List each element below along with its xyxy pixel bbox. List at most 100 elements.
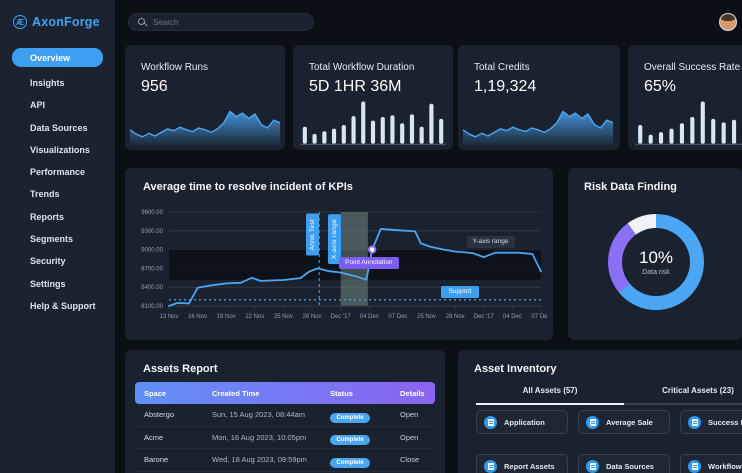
- inventory-button-label: Workflow Duration: [708, 461, 742, 471]
- app-name: AxonForge: [32, 15, 100, 29]
- inventory-button-workflow-duration[interactable]: Workflow Duration: [680, 454, 742, 473]
- sidebar-item-segments[interactable]: Segments: [12, 230, 103, 248]
- svg-text:07 Dec: 07 Dec: [531, 314, 547, 320]
- status-badge: Complete: [330, 451, 400, 469]
- svg-text:9300.00: 9300.00: [141, 229, 163, 235]
- asset-inventory-card: Asset Inventory All Assets (57) Critical…: [458, 350, 742, 473]
- sidebar-item-settings[interactable]: Settings: [12, 275, 103, 293]
- inventory-button-label: Average Sale: [606, 417, 653, 427]
- svg-text:25 Nov: 25 Nov: [274, 314, 293, 320]
- sidebar-item-security[interactable]: Security: [12, 252, 103, 270]
- status-badge: Complete: [330, 406, 400, 424]
- document-icon: [688, 459, 701, 473]
- sidebar-item-data-sources[interactable]: Data Sources: [12, 119, 103, 137]
- donut-center-label: Data risk: [642, 269, 670, 276]
- svg-text:25 Nov: 25 Nov: [417, 314, 436, 320]
- sidebar: Æ AxonForge Overview Insights API Data S…: [0, 0, 115, 473]
- sidebar-item-help-support[interactable]: Help & Support: [12, 297, 103, 315]
- svg-text:22 Nov: 22 Nov: [245, 314, 264, 320]
- tab-critical-assets[interactable]: Critical Assets (23): [624, 386, 742, 405]
- svg-text:28 Nov: 28 Nov: [303, 314, 322, 320]
- svg-text:Dec '17: Dec '17: [331, 314, 352, 320]
- status-badge: Complete: [330, 428, 400, 446]
- search-input[interactable]: [153, 17, 304, 27]
- svg-text:Dec '17: Dec '17: [474, 314, 495, 320]
- search-icon: [138, 17, 147, 27]
- risk-donut-chart: 10% Data risk: [608, 214, 704, 310]
- asset-inventory-tabs: All Assets (57) Critical Assets (23): [476, 386, 742, 405]
- svg-text:16 Nov: 16 Nov: [188, 314, 207, 320]
- kpi-card-workflow-duration: Total Workflow Duration 5D 1HR 36M: [293, 45, 453, 150]
- details-link[interactable]: Open: [400, 410, 444, 419]
- donut-center: 10% Data risk: [622, 228, 690, 296]
- donut-center-value: 10%: [638, 248, 674, 267]
- success-rate-sparkline: [634, 101, 742, 146]
- workflow-duration-sparkline: [299, 101, 447, 146]
- svg-text:8100.00: 8100.00: [141, 304, 163, 310]
- svg-text:13 Nov: 13 Nov: [159, 314, 178, 320]
- svg-text:28 Nov: 28 Nov: [446, 314, 465, 320]
- sidebar-item-visualizations[interactable]: Visualizations: [12, 141, 103, 159]
- details-link[interactable]: Open: [400, 433, 444, 442]
- sidebar-item-reports[interactable]: Reports: [12, 208, 103, 226]
- inventory-button-label: Application: [504, 417, 545, 427]
- table-row[interactable]: Barone Wed, 18 Aug 2023, 09:59pm Complet…: [135, 449, 435, 472]
- cell-space: Acme: [144, 432, 164, 442]
- tab-all-assets[interactable]: All Assets (57): [476, 386, 624, 405]
- sidebar-nav: Overview Insights API Data Sources Visua…: [0, 48, 115, 319]
- document-icon: [484, 459, 497, 473]
- svg-text:04 Dec: 04 Dec: [503, 314, 522, 320]
- svg-text:9000.00: 9000.00: [141, 248, 163, 254]
- col-details: Details: [400, 388, 425, 398]
- assets-report-title: Assets Report: [143, 363, 218, 375]
- inventory-button-data-sources[interactable]: Data Sources: [578, 454, 670, 473]
- assets-table-header: Space Created Time Status Details: [135, 382, 435, 404]
- incident-line-chart[interactable]: 9600.00 9300.00 9000.00 8700.00 8400.00 8100.…: [133, 204, 547, 330]
- cell-created: Sun, 15 Aug 2023, 08:44am: [212, 410, 305, 420]
- document-icon: [586, 459, 599, 473]
- incident-chart-title: Average time to resolve incident of KPIs: [143, 181, 353, 193]
- kpi-title: Total Workflow Duration: [309, 62, 415, 73]
- inventory-button-average-sale[interactable]: Average Sale: [578, 410, 670, 434]
- dashboard: Æ AxonForge Overview Insights API Data S…: [0, 0, 742, 473]
- col-space: Space: [144, 388, 167, 398]
- svg-text:8700.00: 8700.00: [141, 266, 163, 272]
- document-icon: [484, 415, 497, 429]
- logo: Æ AxonForge: [0, 0, 115, 29]
- search-bar[interactable]: [128, 13, 314, 31]
- sidebar-item-api[interactable]: API: [12, 96, 103, 114]
- svg-text:07 Dec: 07 Dec: [388, 314, 407, 320]
- assets-report-card: Assets Report Space Created Time Status …: [125, 350, 445, 473]
- inventory-button-success-rate[interactable]: Success Rate: [680, 410, 742, 434]
- kpi-title: Workflow Runs: [141, 62, 209, 73]
- document-icon: [586, 415, 599, 429]
- kpi-card-total-credits: Total Credits 1,19,324: [458, 45, 620, 150]
- sidebar-item-insights[interactable]: Insights: [12, 74, 103, 92]
- user-avatar[interactable]: [720, 14, 736, 30]
- col-created-time: Created Time: [212, 388, 260, 398]
- sidebar-item-trends[interactable]: Trends: [12, 185, 103, 203]
- sidebar-item-performance[interactable]: Performance: [12, 163, 103, 181]
- document-icon: [688, 415, 701, 429]
- svg-text:8400.00: 8400.00: [141, 285, 163, 291]
- kpi-card-success-rate: Overall Success Rate 65%: [628, 45, 742, 150]
- inventory-button-label: Data Sources: [606, 461, 654, 471]
- kpi-title: Overall Success Rate: [644, 62, 741, 73]
- kpi-card-workflow-runs: Workflow Runs 956: [125, 45, 285, 150]
- risk-card-title: Risk Data Finding: [584, 181, 677, 193]
- details-link[interactable]: Close: [400, 455, 444, 464]
- sidebar-item-overview[interactable]: Overview: [12, 48, 103, 67]
- svg-text:9600.00: 9600.00: [141, 210, 163, 216]
- svg-text:19 Nov: 19 Nov: [217, 314, 236, 320]
- table-row[interactable]: Abstergo Sun, 15 Aug 2023, 08:44am Compl…: [135, 404, 435, 427]
- cell-space: Barone: [144, 455, 169, 465]
- kpi-title: Total Credits: [474, 62, 530, 73]
- cell-created: Wed, 18 Aug 2023, 09:59pm: [212, 455, 307, 465]
- inventory-button-report-assets[interactable]: Report Assets: [476, 454, 568, 473]
- total-credits-sparkline: [462, 110, 614, 145]
- asset-inventory-title: Asset Inventory: [474, 363, 557, 375]
- svg-text:04 Dec: 04 Dec: [360, 314, 379, 320]
- inventory-button-application[interactable]: Application: [476, 410, 568, 434]
- table-row[interactable]: Acme Mon, 16 Aug 2023, 10:05pm Complete …: [135, 427, 435, 449]
- col-status: Status: [330, 388, 353, 398]
